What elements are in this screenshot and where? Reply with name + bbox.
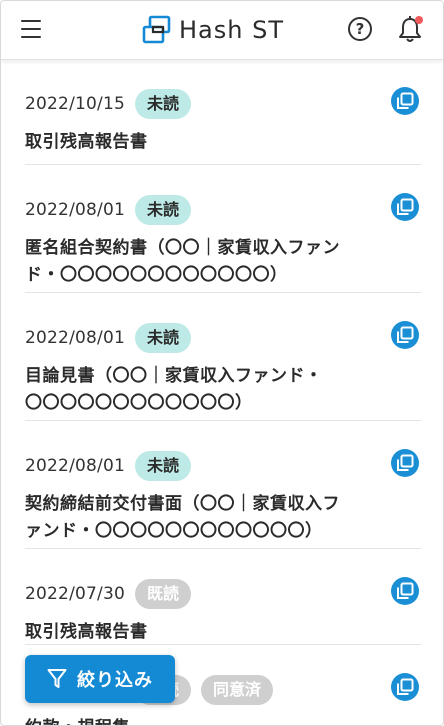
document-title-line: 〇〇〇〇〇〇〇〇〇〇〇〇）: [25, 393, 253, 413]
document-list-item[interactable]: 2022/08/01 未読契約締結前交付書面（〇〇｜家賃収入フ ァンド・〇〇〇〇〇〇…: [25, 421, 421, 549]
document-list: 2022/10/15 未読 取引残高報告書 2022/08/01 未読 匿名組合契約書（〇…: [1, 59, 443, 725]
document-title: 取引残高報告書: [25, 619, 421, 646]
open-document-button[interactable]: [391, 673, 419, 701]
question-circle-icon: ?: [355, 20, 365, 38]
hash-st-logo-icon: [142, 15, 171, 44]
logo-text: Hash ST: [179, 16, 284, 44]
document-title-line: ド・〇〇〇〇〇〇〇〇〇〇〇〇）: [25, 265, 288, 285]
document-date: 2022/10/15: [25, 94, 125, 114]
document-title-line: 契約締結前交付書面（〇〇｜家賃収入フ: [25, 494, 340, 514]
document-title: 匿名組合契約書（〇〇｜家賃収入ファン ド・〇〇〇〇〇〇〇〇〇〇〇〇）: [25, 235, 421, 289]
status-badge: 同意済: [201, 675, 274, 705]
unread-badge: 未読: [134, 89, 191, 119]
document-meta: 2022/08/01 未読: [25, 195, 421, 225]
document-date: 2022/08/01: [25, 328, 125, 348]
document-date: 2022/08/01: [25, 200, 125, 220]
hamburger-icon-bar: [21, 28, 41, 30]
open-document-button[interactable]: [391, 449, 419, 477]
app-header: Hash ST ?: [1, 1, 443, 60]
document-title: 取引残高報告書: [25, 129, 421, 156]
document-meta: 2022/10/15 未読: [25, 89, 421, 119]
document-title-line: 取引残高報告書: [25, 622, 148, 642]
funnel-icon: [47, 669, 67, 688]
filter-button-label: 絞り込み: [77, 670, 153, 691]
menu-button[interactable]: [21, 19, 43, 39]
document-date: 2022/08/01: [25, 456, 125, 476]
document-meta: 2022/07/30 既読: [25, 579, 421, 609]
notification-badge: [415, 16, 423, 24]
document-meta: 2022/08/01 未読: [25, 451, 421, 481]
help-button[interactable]: ?: [348, 17, 372, 41]
status-badge: 既読: [134, 579, 191, 609]
document-title-line: 約款・規程集: [25, 715, 421, 725]
document-title: 目論見書（〇〇｜家賃収入ファンド・ 〇〇〇〇〇〇〇〇〇〇〇〇）: [25, 363, 421, 417]
logo[interactable]: Hash ST: [141, 14, 284, 46]
unread-badge: 未読: [134, 195, 191, 225]
document-list-item[interactable]: 2022/10/15 未読取引残高報告書: [25, 59, 421, 165]
document-list-item[interactable]: 2022/07/30 既読取引残高報告書: [25, 549, 421, 645]
filter-button[interactable]: 絞り込み: [25, 655, 175, 703]
app-frame: Hash ST ? 2022/10/15 未読 取引残高報告書 2022/08/01 未…: [0, 0, 444, 726]
copy-window-icon: [397, 198, 414, 215]
notification-button[interactable]: [396, 14, 424, 44]
open-document-button[interactable]: [391, 321, 419, 349]
document-title-line: 匿名組合契約書（〇〇｜家賃収入ファン: [25, 238, 340, 258]
document-title-line: ァンド・〇〇〇〇〇〇〇〇〇〇〇〇）: [25, 521, 323, 541]
open-document-button[interactable]: [391, 87, 419, 115]
copy-window-icon: [397, 678, 414, 695]
copy-window-icon: [397, 326, 414, 343]
document-date: 2022/07/30: [25, 584, 125, 604]
copy-window-icon: [397, 582, 414, 599]
document-title-line: 目論見書（〇〇｜家賃収入ファンド・: [25, 366, 323, 386]
document-meta: 2022/08/01 未読: [25, 323, 421, 353]
hamburger-icon-bar: [21, 36, 41, 38]
document-list-item[interactable]: 2022/08/01 未読目論見書（〇〇｜家賃収入ファンド・ 〇〇〇〇〇〇〇〇〇〇〇…: [25, 293, 421, 421]
document-title: 契約締結前交付書面（〇〇｜家賃収入フ ァンド・〇〇〇〇〇〇〇〇〇〇〇〇）: [25, 491, 421, 545]
copy-window-icon: [397, 92, 414, 109]
unread-badge: 未読: [134, 451, 191, 481]
document-title: 約款・規程集: [25, 715, 421, 725]
document-list-item[interactable]: 2022/08/01 未読匿名組合契約書（〇〇｜家賃収入ファン ド・〇〇〇〇〇〇〇〇…: [25, 165, 421, 293]
unread-badge: 未読: [134, 323, 191, 353]
document-title-line: 取引残高報告書: [25, 132, 148, 152]
hamburger-icon: [21, 20, 41, 22]
open-document-button[interactable]: [391, 577, 419, 605]
copy-window-icon: [397, 454, 414, 471]
open-document-button[interactable]: [391, 193, 419, 221]
